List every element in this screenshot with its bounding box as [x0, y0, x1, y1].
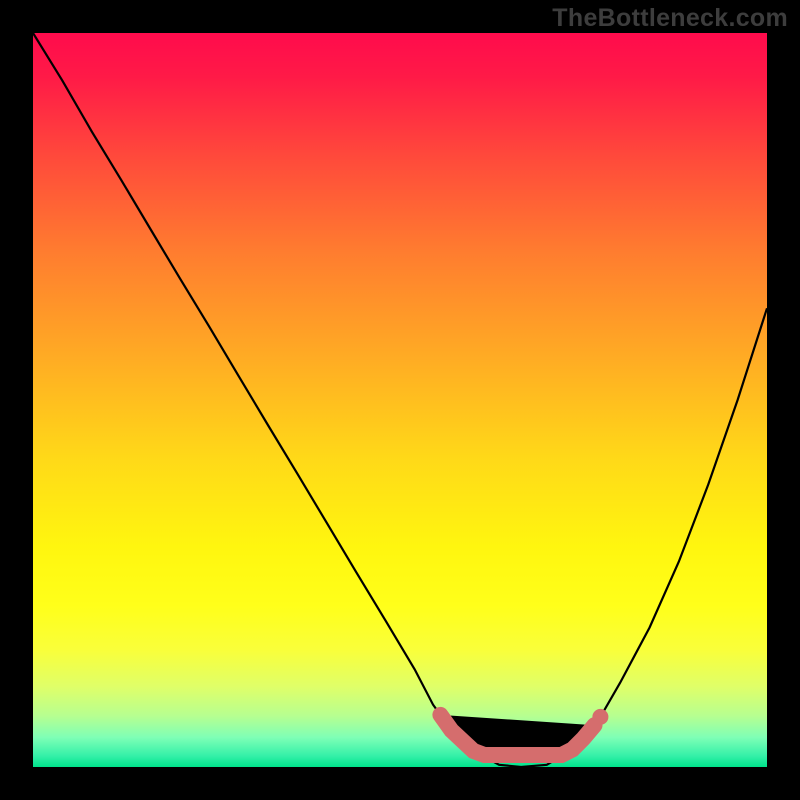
curve-path: [33, 33, 767, 767]
watermark: TheBottleneck.com: [552, 4, 788, 33]
plot-area: [33, 33, 767, 767]
chart-frame: TheBottleneck.com: [0, 0, 800, 800]
bottleneck-curve: [33, 33, 767, 767]
optimal-band: [440, 715, 594, 755]
optimal-band-end-dot: [592, 709, 608, 725]
